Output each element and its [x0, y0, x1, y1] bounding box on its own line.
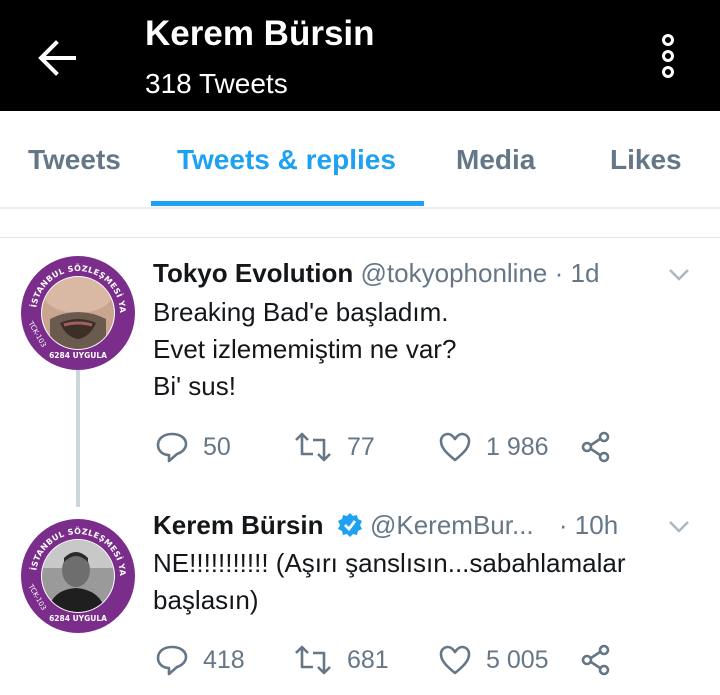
retweet-button[interactable]: 681 [293, 642, 389, 678]
separator-dot: · [558, 510, 568, 540]
like-count: 5 005 [486, 645, 549, 674]
previous-tweet-edge [0, 207, 720, 238]
share-icon [581, 431, 610, 463]
thread-connector [76, 367, 80, 507]
like-count: 1 986 [486, 432, 549, 461]
tab-tweets[interactable]: Tweets [28, 144, 121, 176]
tweet-count: 318 Tweets [145, 68, 288, 99]
avatar[interactable]: İSTANBUL SÖZLEŞMESİ YAŞATIR TCK-103 6284… [20, 255, 136, 371]
retweet-icon [295, 645, 331, 675]
retweet-count: 681 [347, 645, 389, 674]
tab-tweets-and-replies[interactable]: Tweets & replies [177, 144, 396, 176]
like-button[interactable]: 5 005 [438, 642, 549, 678]
tweet-header: Kerem Bürsin @KeremBur... · 10h [153, 510, 618, 541]
profile-tabs: Tweets Tweets & replies Media Likes [0, 111, 720, 208]
tweet-header: Tokyo Evolution @tokyophonline · 1d [153, 258, 599, 289]
tab-media[interactable]: Media [456, 144, 535, 176]
heart-icon [439, 432, 471, 462]
verified-badge-icon [337, 513, 362, 537]
avatar-ring-text-bottom: 6284 UYGULA [49, 351, 107, 360]
avatar-ring-text-bottom: 6284 UYGULA [49, 614, 107, 623]
tweet-actions: 50 77 1 986 [155, 429, 625, 465]
chevron-down-icon[interactable] [667, 267, 691, 283]
tweet-time: 10h [574, 510, 619, 540]
retweet-icon [295, 432, 331, 462]
share-icon [581, 644, 610, 676]
reply-count: 50 [203, 432, 231, 461]
like-button[interactable]: 1 986 [438, 429, 549, 465]
separator-dot: · [554, 258, 564, 288]
arrow-left-icon[interactable] [36, 38, 78, 78]
tweet-time: 1d [570, 258, 600, 288]
author-handle[interactable]: @tokyophonline [361, 258, 548, 288]
active-tab-indicator [151, 201, 424, 206]
author-handle[interactable]: @KeremBur... [370, 510, 534, 540]
retweet-count: 77 [347, 432, 375, 461]
share-button[interactable] [580, 429, 612, 465]
avatar[interactable]: İSTANBUL SÖZLEŞMESİ YAŞATIR TCK-103 6284… [20, 518, 136, 634]
profile-header: Kerem Bürsin 318 Tweets [0, 0, 720, 111]
tab-likes[interactable]: Likes [610, 144, 682, 176]
reply-count: 418 [203, 645, 245, 674]
reply-icon [156, 645, 188, 676]
share-button[interactable] [580, 642, 612, 678]
reply-button[interactable]: 418 [155, 642, 245, 678]
more-vertical-icon[interactable] [656, 33, 680, 81]
tweet-actions: 418 681 5 005 [155, 642, 625, 678]
author-name[interactable]: Tokyo Evolution [153, 258, 353, 288]
retweet-button[interactable]: 77 [293, 429, 375, 465]
chevron-down-icon[interactable] [667, 519, 691, 535]
tweet-text: Breaking Bad'e başladım. Evet izlememişt… [153, 297, 457, 401]
tweet-text: NE!!!!!!!!!!! (Aşırı şanslısın...sabahla… [153, 548, 626, 615]
author-name[interactable]: Kerem Bürsin [153, 510, 324, 540]
reply-button[interactable]: 50 [155, 429, 231, 465]
heart-icon [439, 645, 471, 675]
profile-name: Kerem Bürsin [145, 14, 375, 53]
reply-icon [156, 432, 188, 463]
